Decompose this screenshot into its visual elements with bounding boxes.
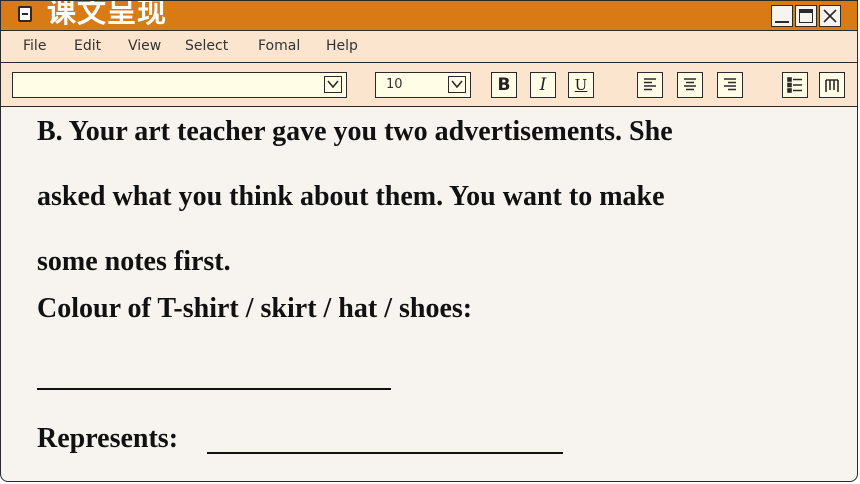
align-left-icon — [644, 78, 656, 91]
align-center-button[interactable] — [677, 72, 703, 98]
document-line-4: Colour of T-shirt / skirt / hat / shoes: — [37, 293, 473, 324]
align-right-button[interactable] — [717, 72, 743, 98]
document-line-2: asked what you think about them. You wan… — [37, 181, 665, 212]
chevron-down-icon — [451, 80, 463, 89]
minimize-button[interactable] — [771, 5, 793, 27]
document-line-3: some notes first. — [37, 246, 231, 277]
document-area[interactable]: B. Your art teacher gave you two adverti… — [1, 107, 857, 481]
align-left-button[interactable] — [637, 72, 663, 98]
represents-label: Represents: — [37, 423, 179, 454]
close-icon — [823, 9, 837, 23]
menu-select[interactable]: Select — [185, 38, 228, 54]
menu-view[interactable]: View — [128, 38, 161, 54]
bullet-list-button[interactable] — [782, 72, 808, 98]
title-bar: 课文呈现 — [1, 1, 857, 31]
menu-format[interactable]: Fomal — [258, 38, 300, 54]
bold-button[interactable]: B — [491, 72, 517, 98]
bullet-list-icon — [787, 77, 802, 93]
underline-button[interactable]: U — [568, 72, 594, 98]
font-size-value: 10 — [386, 77, 403, 92]
font-name-dropdown[interactable] — [12, 72, 347, 98]
app-document-icon — [18, 6, 32, 22]
close-button[interactable] — [819, 5, 841, 27]
document-line-1: B. Your art teacher gave you two adverti… — [37, 116, 673, 147]
represents-answer-blank[interactable] — [207, 452, 563, 454]
app-window: 课文呈现 File Edit View Select Fomal Help 10… — [0, 0, 858, 482]
italic-button[interactable]: I — [530, 72, 556, 98]
menu-edit[interactable]: Edit — [74, 38, 101, 54]
columns-icon — [825, 79, 839, 92]
colour-answer-blank[interactable] — [37, 388, 391, 390]
font-size-dropdown[interactable]: 10 — [375, 72, 471, 98]
menu-bar: File Edit View Select Fomal Help — [1, 31, 857, 63]
window-title: 课文呈现 — [47, 0, 168, 29]
align-right-icon — [724, 78, 736, 91]
size-dropdown-arrow[interactable] — [448, 76, 466, 93]
menu-file[interactable]: File — [23, 38, 46, 54]
font-dropdown-arrow[interactable] — [324, 76, 342, 93]
columns-button[interactable] — [819, 72, 845, 98]
formatting-toolbar: 10 B I U — [1, 63, 857, 107]
maximize-button[interactable] — [795, 5, 817, 27]
menu-help[interactable]: Help — [326, 38, 358, 54]
align-center-icon — [684, 78, 696, 91]
chevron-down-icon — [327, 80, 339, 89]
